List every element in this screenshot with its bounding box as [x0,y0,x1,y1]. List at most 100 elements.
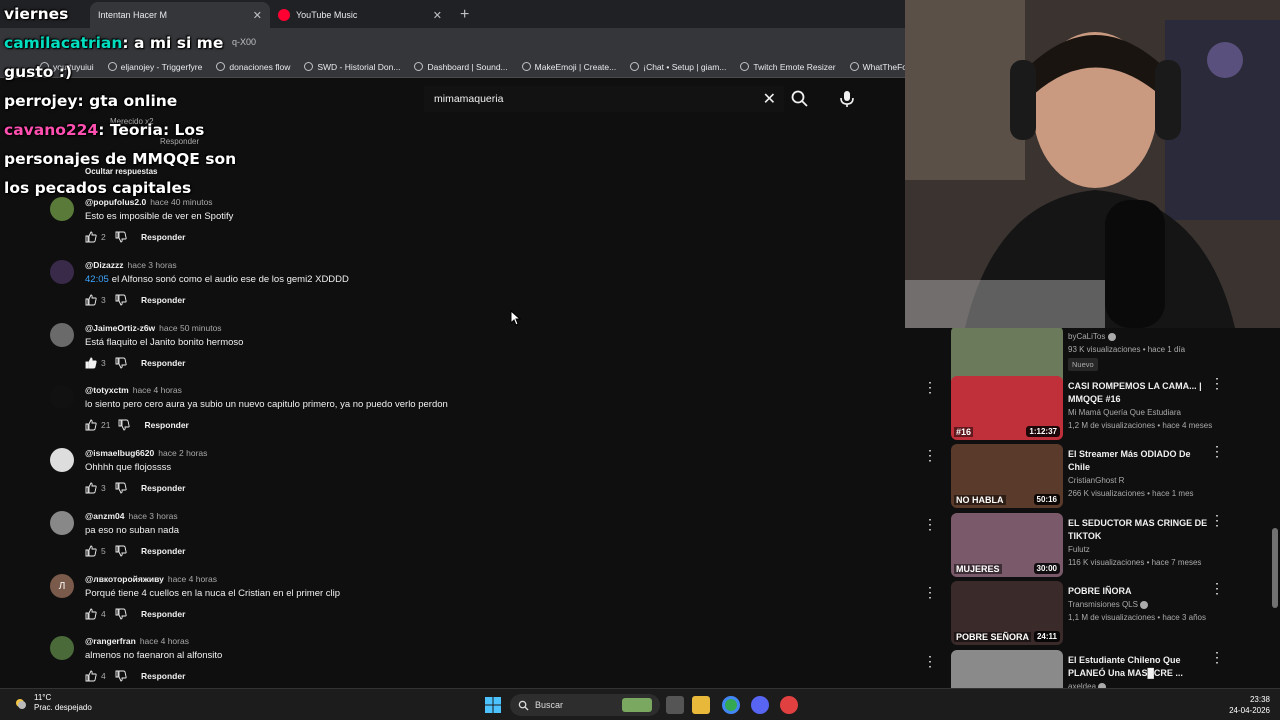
video-title[interactable]: El Streamer Más ODIADO De Chile [1068,448,1213,474]
chrome-icon[interactable] [722,696,740,714]
comment-author[interactable]: @Dizazzz [85,260,124,270]
comment-body: pa eso no suban nada [85,525,180,536]
dislike-icon[interactable] [115,545,127,557]
search-input[interactable]: mimamaqueria ✕ [424,86,784,112]
bookmark-item[interactable]: Twitch Emote Resizer [740,62,836,72]
taskbar-search[interactable]: Buscar [510,694,660,716]
comment-actions: 4 Responder [85,608,185,620]
windows-start-icon[interactable] [484,696,502,714]
channel-name: byCaLiTos [1068,332,1106,341]
video-thumbnail[interactable]: #16 1:12:37 [951,376,1063,440]
like-icon[interactable] [85,294,97,306]
avatar[interactable] [50,511,74,535]
avatar[interactable] [50,260,74,284]
reply-button[interactable]: Responder [141,358,185,368]
bookmark-item[interactable]: SWD - Historial Don... [304,62,400,72]
comment-author[interactable]: @anzm04 [85,511,124,521]
microphone-icon[interactable] [836,88,858,110]
video-thumbnail[interactable]: NO HABLA 50:16 [951,444,1063,508]
more-options-icon[interactable]: ⋮ [923,654,937,668]
app-icon[interactable] [780,696,798,714]
dislike-icon[interactable] [115,294,127,306]
like-icon[interactable] [85,670,97,682]
reply-button[interactable]: Responder [141,609,185,619]
more-options-icon[interactable]: ⋮ [1210,376,1224,390]
scrollbar-thumb[interactable] [1272,528,1278,608]
comment-author[interactable]: @ismaelbug6620 [85,448,154,458]
more-options-icon[interactable]: ⋮ [1210,650,1224,664]
reply-button[interactable]: Responder [141,671,185,681]
like-icon[interactable] [85,231,97,243]
dislike-icon[interactable] [115,357,127,369]
dislike-icon[interactable] [115,670,127,682]
dislike-icon[interactable] [115,608,127,620]
avatar[interactable]: Л [50,574,74,598]
more-options-icon[interactable]: ⋮ [923,585,937,599]
like-icon[interactable] [85,419,97,431]
video-title[interactable]: EL SEDUCTOR MAS CRINGE DE TIKTOK [1068,517,1213,543]
search-icon[interactable] [790,89,810,109]
video-thumbnail[interactable]: POBRE SEÑORA 24:11 [951,581,1063,645]
dislike-icon[interactable] [115,231,127,243]
video-thumbnail[interactable]: MUJERES 30:00 [951,513,1063,577]
like-icon[interactable] [85,482,97,494]
more-options-icon[interactable]: ⋮ [1210,513,1224,527]
like-icon[interactable] [85,608,97,620]
reply-button[interactable]: Responder [141,232,185,242]
like-icon[interactable] [85,357,97,369]
comment-author[interactable]: @rangerfran [85,636,136,646]
reply-button[interactable]: Responder [141,546,185,556]
video-channel[interactable]: Mi Mamá Quería Que Estudiara [1068,408,1181,417]
bookmark-item[interactable]: MakeEmoji | Create... [521,62,616,72]
video-channel[interactable]: Fulutz [1068,545,1090,554]
video-thumbnail[interactable] [951,650,1063,688]
timestamp-link[interactable]: 42:05 [85,274,109,285]
avatar[interactable] [50,323,74,347]
like-icon[interactable] [85,545,97,557]
video-channel[interactable]: Transmisiones QLS [1068,600,1149,609]
dislike-icon[interactable] [118,419,131,431]
tab-youtube-music[interactable]: YouTube Music ✕ [270,2,450,28]
dislike-icon[interactable] [115,482,127,494]
comment-author[interactable]: @totyxctm [85,385,129,395]
avatar[interactable] [50,448,74,472]
bookmark-item[interactable]: WhatTheFont Font |... [849,62,905,72]
avatar[interactable] [50,636,74,660]
comment-body: Porqué tiene 4 cuellos en la nuca el Cri… [85,588,341,599]
task-view-icon[interactable] [666,696,684,714]
clear-search-icon[interactable]: ✕ [763,89,776,109]
reply-button[interactable]: Responder [141,483,185,493]
comment-author[interactable]: @лвкоторойяживу [85,574,164,584]
new-tab-button[interactable]: + [450,6,479,28]
video-title[interactable]: El Estudiante Chileno Que PLANEÓ Una MAS… [1068,654,1213,680]
video-title[interactable]: CASI ROMPEMOS LA CAMA... | MMQQE #16 [1068,380,1213,406]
more-options-icon[interactable]: ⋮ [1210,444,1224,458]
reply-button[interactable]: Responder [144,420,188,430]
comment-author[interactable]: @JaimeOrtiz-z6w [85,323,155,333]
avatar[interactable] [50,385,74,409]
close-icon[interactable]: ✕ [433,9,442,22]
bookmark-item[interactable]: Dashboard | Sound... [414,62,508,72]
recommended-video[interactable]: ⋮ NO HABLA 50:16 El Streamer Más ODIADO De … [905,444,1280,510]
recommended-video[interactable]: ⋮ El Estudiante Chileno Que PLANEÓ Una MA… [905,650,1280,688]
like-count: 4 [101,609,106,619]
bookmark-item[interactable]: ¡Chat • Setup | giam... [630,62,726,72]
chat-user: cavano224 [4,121,99,139]
video-channel[interactable]: CristianGhost R [1068,476,1124,485]
video-channel[interactable]: byCaLiTos [1068,332,1116,341]
more-options-icon[interactable]: ⋮ [923,380,937,394]
recommended-video[interactable]: ⋮ POBRE SEÑORA 24:11 POBRE IÑORA Transmision… [905,581,1280,647]
recommended-video[interactable]: ⋮ MUJERES 30:00 EL SEDUCTOR MAS CRINGE DE T… [905,513,1280,579]
system-clock[interactable]: 23:38 24-04-2026 [1229,694,1270,716]
weather-widget[interactable]: 11°C Prac. despejado [12,693,92,713]
file-explorer-icon[interactable] [692,696,710,714]
close-icon[interactable]: ✕ [253,9,262,22]
like-count: 2 [101,232,106,242]
more-options-icon[interactable]: ⋮ [1210,581,1224,595]
more-options-icon[interactable]: ⋮ [923,448,937,462]
recommended-video[interactable]: ⋮ #16 1:12:37 CASI ROMPEMOS LA CAMA... | MM… [905,376,1280,442]
video-title[interactable]: POBRE IÑORA [1068,585,1213,598]
more-options-icon[interactable]: ⋮ [923,517,937,531]
discord-icon[interactable] [751,696,769,714]
reply-button[interactable]: Responder [141,295,185,305]
